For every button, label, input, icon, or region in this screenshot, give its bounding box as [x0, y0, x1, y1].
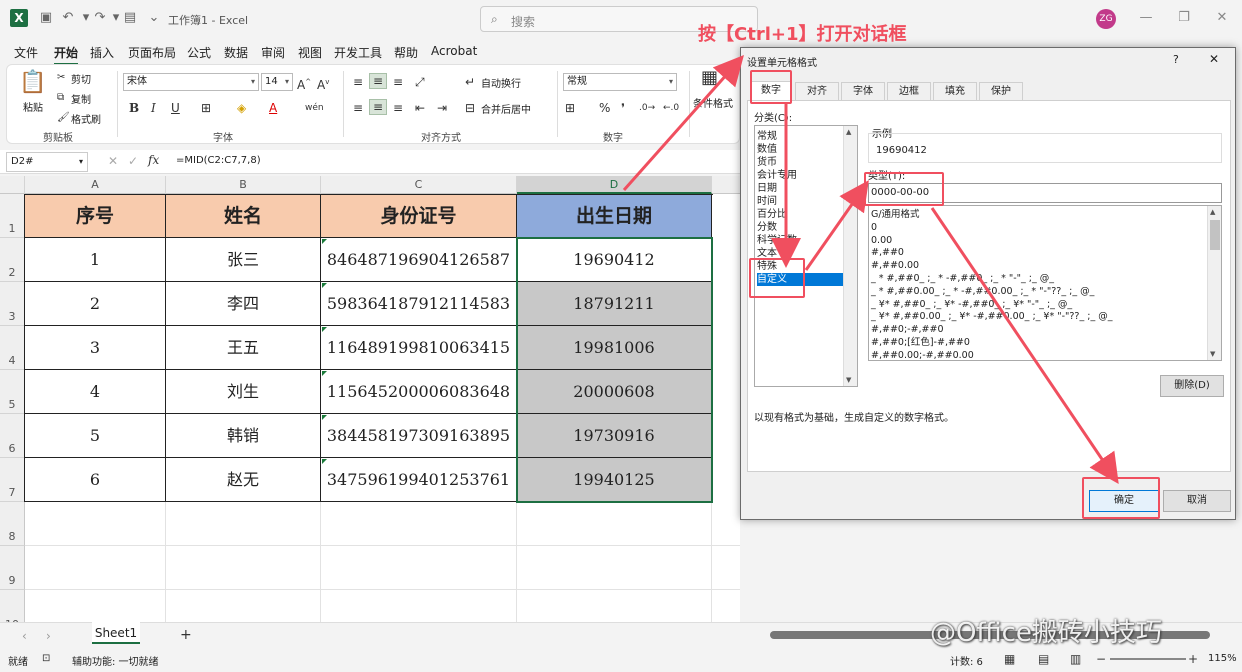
arrow-type-to-ok — [930, 207, 1119, 484]
arrow-formula-to-dialog — [622, 55, 744, 191]
watermark: @Office搬砖小技巧 — [930, 618, 1162, 648]
annotation-arrows — [622, 55, 1119, 484]
arrow-custom-to-type — [804, 180, 869, 271]
